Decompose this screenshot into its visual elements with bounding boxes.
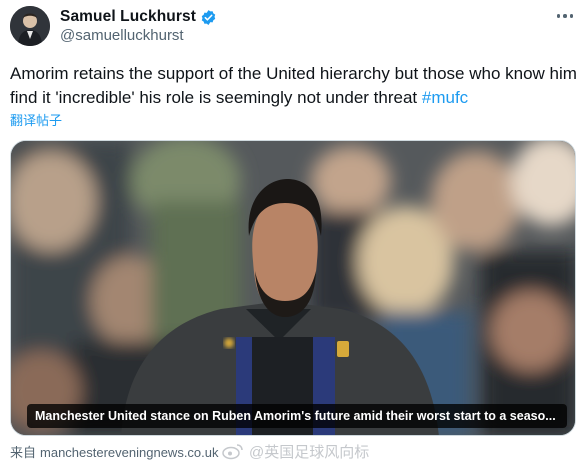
tweet-body: Amorim retains the support of the United… xyxy=(10,64,577,107)
more-icon[interactable] xyxy=(552,10,578,22)
translate-post-link[interactable]: 翻译帖子 xyxy=(10,110,62,129)
watermark: @英国足球风向标 xyxy=(222,440,369,462)
weibo-icon xyxy=(222,444,243,460)
source-prefix: 来自 xyxy=(10,445,37,460)
avatar[interactable] xyxy=(10,6,50,46)
link-card-media[interactable]: Manchester United stance on Ruben Amorim… xyxy=(10,140,576,436)
author-handle[interactable]: @samuelluckhurst xyxy=(60,27,184,44)
hashtag-link[interactable]: #mufc xyxy=(422,88,468,107)
author-display-name[interactable]: Samuel Luckhurst xyxy=(60,8,196,26)
watermark-text: @英国足球风向标 xyxy=(249,443,370,461)
link-card-source[interactable]: 来自 manchestereveningnews.co.uk xyxy=(10,442,219,461)
article-photo xyxy=(11,141,575,435)
source-domain[interactable]: manchestereveningnews.co.uk xyxy=(40,445,219,460)
tweet-text: Amorim retains the support of the United… xyxy=(10,62,578,110)
tweet-card: Samuel Luckhurst @samuelluckhurst Amorim… xyxy=(0,0,587,467)
author-name-row: Samuel Luckhurst xyxy=(60,7,217,27)
verified-badge-icon xyxy=(200,9,217,26)
link-card-title[interactable]: Manchester United stance on Ruben Amorim… xyxy=(27,404,567,428)
